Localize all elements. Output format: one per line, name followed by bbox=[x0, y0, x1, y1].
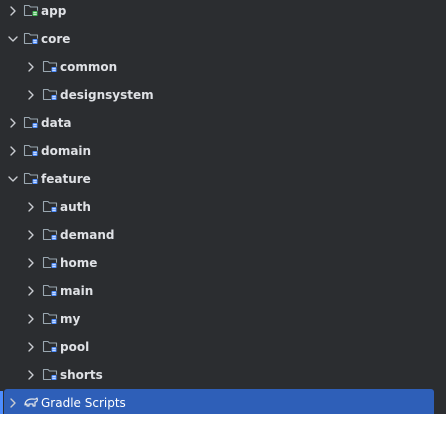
chevron-right-icon[interactable] bbox=[24, 340, 38, 354]
tree-item-feature[interactable]: feature bbox=[0, 165, 446, 193]
chevron-right-icon[interactable] bbox=[6, 396, 20, 410]
chevron-right-icon[interactable] bbox=[24, 256, 38, 270]
tree-item-label: auth bbox=[60, 200, 91, 214]
chevron-right-icon[interactable] bbox=[6, 144, 20, 158]
module-folder-icon bbox=[23, 30, 39, 46]
module-folder-icon bbox=[23, 114, 39, 130]
chevron-down-icon[interactable] bbox=[6, 172, 20, 186]
tree-item-label: core bbox=[41, 32, 71, 46]
chevron-right-icon[interactable] bbox=[6, 116, 20, 130]
tree-item-label: designsystem bbox=[60, 88, 154, 102]
module-folder-icon bbox=[42, 198, 58, 214]
tree-item-label: main bbox=[60, 284, 94, 298]
module-folder-icon bbox=[42, 86, 58, 102]
selection-accent bbox=[0, 391, 3, 415]
chevron-down-icon[interactable] bbox=[6, 32, 20, 46]
chevron-right-icon[interactable] bbox=[24, 284, 38, 298]
tree-item-demand[interactable]: demand bbox=[0, 221, 446, 249]
tree-item-shorts[interactable]: shorts bbox=[0, 361, 446, 389]
tree-item-label: shorts bbox=[60, 368, 103, 382]
tree-item-main[interactable]: main bbox=[0, 277, 446, 305]
tree-item-label: app bbox=[41, 4, 67, 18]
tree-item-designsystem[interactable]: designsystem bbox=[0, 81, 446, 109]
tree-item-my[interactable]: my bbox=[0, 305, 446, 333]
tree-item-label: my bbox=[60, 312, 81, 326]
tree-item-auth[interactable]: auth bbox=[0, 193, 446, 221]
tree-item-domain[interactable]: domain bbox=[0, 137, 446, 165]
module-folder-icon bbox=[23, 170, 39, 186]
chevron-right-icon[interactable] bbox=[24, 88, 38, 102]
module-folder-icon bbox=[42, 282, 58, 298]
chevron-right-icon[interactable] bbox=[24, 368, 38, 382]
tree-item-label: domain bbox=[41, 144, 92, 158]
chevron-right-icon[interactable] bbox=[24, 60, 38, 74]
tree-item-label: pool bbox=[60, 340, 90, 354]
tree-item-gradle-scripts[interactable]: Gradle Scripts bbox=[0, 389, 434, 417]
tree-item-pool[interactable]: pool bbox=[0, 333, 446, 361]
chevron-right-icon[interactable] bbox=[24, 228, 38, 242]
tree-item-data[interactable]: data bbox=[0, 109, 446, 137]
module-folder-icon bbox=[42, 58, 58, 74]
tree-item-app[interactable]: app bbox=[0, 0, 446, 25]
module-folder-icon bbox=[42, 366, 58, 382]
tree-item-label: common bbox=[60, 60, 118, 74]
bottom-strip bbox=[0, 414, 446, 421]
tree-item-label: Gradle Scripts bbox=[41, 396, 126, 410]
tree-item-home[interactable]: home bbox=[0, 249, 446, 277]
app-module-folder-icon bbox=[23, 2, 39, 18]
chevron-right-icon[interactable] bbox=[24, 312, 38, 326]
tree-item-label: feature bbox=[41, 172, 91, 186]
module-folder-icon bbox=[42, 254, 58, 270]
tree-item-label: data bbox=[41, 116, 72, 130]
gradle-elephant-icon bbox=[23, 394, 39, 410]
module-folder-icon bbox=[42, 338, 58, 354]
tree-item-label: demand bbox=[60, 228, 115, 242]
tree-item-core[interactable]: core bbox=[0, 25, 446, 53]
tree-item-common[interactable]: common bbox=[0, 53, 446, 81]
module-folder-icon bbox=[42, 226, 58, 242]
module-folder-icon bbox=[23, 142, 39, 158]
chevron-right-icon[interactable] bbox=[6, 4, 20, 18]
module-folder-icon bbox=[42, 310, 58, 326]
chevron-right-icon[interactable] bbox=[24, 200, 38, 214]
tree-item-label: home bbox=[60, 256, 98, 270]
